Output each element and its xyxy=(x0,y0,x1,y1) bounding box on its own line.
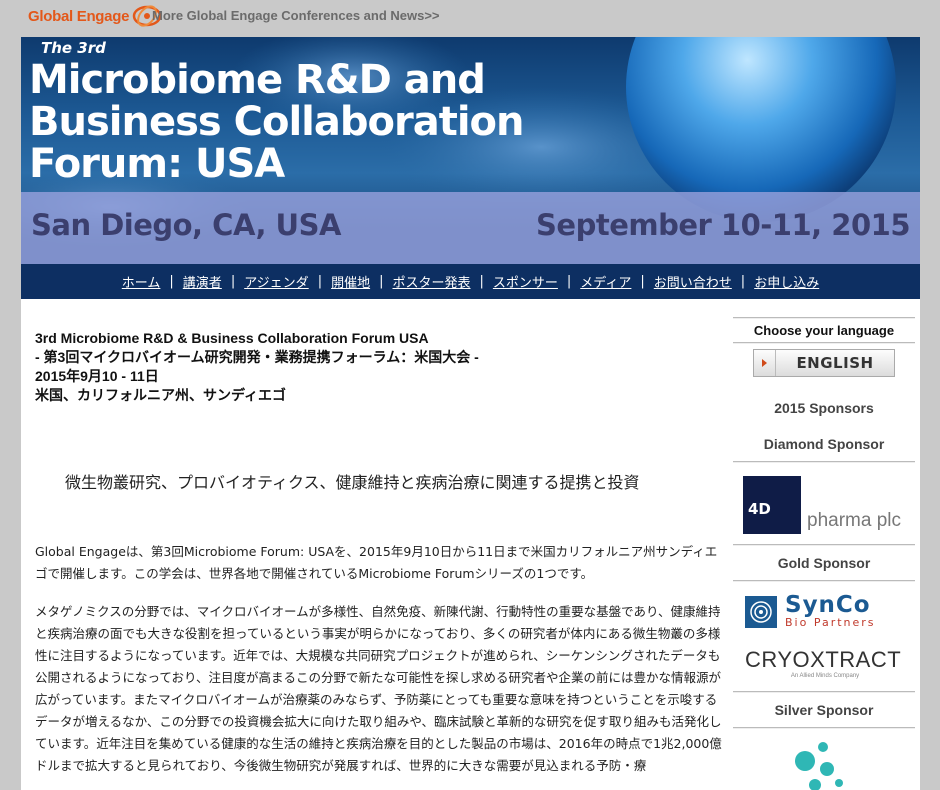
synco-brand: SynCo Bio Partners xyxy=(785,592,876,630)
sponsor-4d-text: pharma plc xyxy=(807,510,901,531)
event-title-line2: Business Collaboration xyxy=(29,99,525,145)
silver-sponsor-logo[interactable] xyxy=(787,739,857,790)
nav-sponsors[interactable]: スポンサー xyxy=(493,272,558,291)
sidebar-divider xyxy=(733,580,915,582)
banner-location-band: San Diego, CA, USA September 10-11, 2015 xyxy=(21,192,920,264)
nav-separator: | xyxy=(479,274,484,289)
body-paragraph: メタゲノミクスの分野では、マイクロバイオームが多様性、自然免疫、新陳代謝、行動特… xyxy=(35,604,722,773)
synco-mark-icon xyxy=(745,595,777,628)
nav-separator: | xyxy=(640,274,645,289)
sponsor-4d-pharma-logo[interactable]: 4D pharma plc xyxy=(743,476,901,534)
sponsor-cryoxtract-logo[interactable]: CRYOXTRACT An Allied Minds Company xyxy=(745,647,905,679)
event-title: Microbiome R&D and Business Collaboratio… xyxy=(29,59,589,185)
sponsors-heading: 2015 Sponsors xyxy=(774,400,874,416)
nav-home[interactable]: ホーム xyxy=(122,272,161,291)
intro-paragraph: Global Engageは、第3回Microbiome Forum: USAを… xyxy=(35,544,718,581)
nav-agenda[interactable]: アジェンダ xyxy=(244,272,308,291)
silver-sponsor-heading: Silver Sponsor xyxy=(774,702,874,718)
nav-separator: | xyxy=(169,274,174,289)
heading-japanese: - 第3回マイクロバイオーム研究開発・業務提携フォーラム：米国大会 - xyxy=(35,349,479,365)
sponsor-4d-mark: 4D xyxy=(743,476,801,534)
event-dates: September 10-11, 2015 xyxy=(536,208,910,242)
event-banner: The 3rd Microbiome R&D and Business Coll… xyxy=(21,37,920,264)
synco-sub: Bio Partners xyxy=(785,616,876,629)
nav-separator: | xyxy=(317,274,323,289)
choose-language-label: Choose your language xyxy=(753,323,895,338)
tagline: 微生物叢研究、プロバイオティクス、健康維持と疾病治療に関連する提携と投資 xyxy=(65,473,640,492)
language-button-label: ENGLISH xyxy=(796,354,874,372)
nav-media[interactable]: メディア xyxy=(580,272,631,291)
event-heading: 3rd Microbiome R&D & Business Collaborat… xyxy=(35,329,479,405)
cryo-sub: An Allied Minds Company xyxy=(790,673,860,679)
nav-speakers[interactable]: 講演者 xyxy=(183,272,222,291)
sidebar-divider xyxy=(733,691,915,693)
gold-sponsor-heading: Gold Sponsor xyxy=(777,555,871,571)
nav-contact[interactable]: お問い合わせ xyxy=(654,272,732,291)
event-title-line1: Microbiome R&D and xyxy=(29,57,486,103)
play-arrow-icon xyxy=(754,350,776,376)
nav-register[interactable]: お申し込み xyxy=(754,272,819,291)
event-title-line3: Forum: USA xyxy=(29,141,285,187)
edition-label: The 3rd xyxy=(41,39,106,57)
diamond-sponsor-heading: Diamond Sponsor xyxy=(763,436,885,452)
content-area: 3rd Microbiome R&D & Business Collaborat… xyxy=(21,299,920,790)
nav-separator: | xyxy=(379,274,384,289)
heading-english: 3rd Microbiome R&D & Business Collaborat… xyxy=(35,330,429,346)
nav-venue[interactable]: 開催地 xyxy=(331,272,370,291)
logo-text: Global Engage xyxy=(28,7,130,25)
nav-separator: | xyxy=(740,274,746,289)
heading-place: 米国、カリフォルニア州、サンディエゴ xyxy=(35,387,287,403)
heading-date: 2015年9月10 - 11日 xyxy=(35,368,159,384)
sponsor-synco-logo[interactable]: SynCo Bio Partners xyxy=(745,594,876,629)
nav-separator: | xyxy=(566,274,572,289)
nav-separator: | xyxy=(230,274,236,289)
event-location: San Diego, CA, USA xyxy=(31,208,341,242)
top-bar: Global Engage More Global Engage Confere… xyxy=(0,0,940,34)
sidebar-divider xyxy=(733,461,915,463)
main-nav: ホーム | 講演者 | アジェンダ | 開催地 | ポスター発表 | スポンサー… xyxy=(21,264,920,299)
cryo-name: CRYOXTRACT xyxy=(745,647,902,672)
sidebar-divider xyxy=(733,342,915,344)
nav-posters[interactable]: ポスター発表 xyxy=(392,272,470,291)
synco-name: SynCo xyxy=(785,592,871,618)
sidebar-divider xyxy=(733,727,915,729)
more-conferences-link[interactable]: More Global Engage Conferences and News>… xyxy=(152,8,440,23)
sidebar-divider xyxy=(733,317,915,319)
sidebar-divider xyxy=(733,544,915,546)
global-engage-logo[interactable]: Global Engage xyxy=(28,4,162,28)
english-language-button[interactable]: ENGLISH xyxy=(753,349,895,377)
